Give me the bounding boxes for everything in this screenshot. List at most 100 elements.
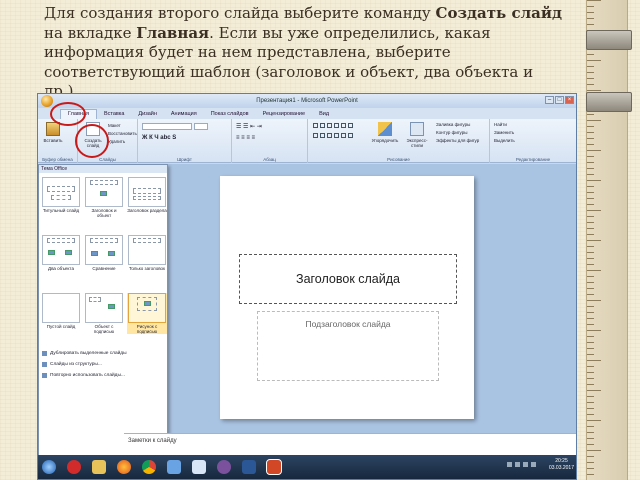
ruler-tick	[587, 204, 594, 205]
select-button[interactable]: Выделить	[494, 138, 515, 145]
layout-two-content[interactable]: Два объекта	[41, 235, 81, 271]
delete-button[interactable]: Удалить	[108, 139, 125, 146]
ruler-tick	[587, 210, 601, 211]
ruler-tick	[587, 156, 594, 157]
tab-review[interactable]: Рецензирование	[256, 110, 312, 119]
ruler-tick	[587, 240, 601, 241]
close-button[interactable]: ×	[565, 96, 574, 104]
layout-title-only[interactable]: Только заголовок	[127, 235, 167, 271]
ruler-tick	[587, 444, 594, 445]
maximize-button[interactable]: □	[555, 96, 564, 104]
ruler-tick	[587, 120, 601, 121]
ruler-tick	[587, 426, 594, 427]
tab-slideshow[interactable]: Показ слайдов	[204, 110, 256, 119]
ruler-clip-bottom	[586, 92, 632, 112]
layout-content-caption[interactable]: Объект с подписью	[84, 293, 124, 334]
layout-title-content[interactable]: Заголовок и объект	[84, 177, 124, 218]
shape-effects-button[interactable]: Эффекты для фигур	[436, 138, 479, 145]
quick-styles-button[interactable]: Экспресс-стили	[402, 122, 432, 152]
ruler-tick	[587, 354, 594, 355]
tab-insert[interactable]: Вставка	[97, 110, 131, 119]
title-bar: Презентация1 - Microsoft PowerPoint – □ …	[38, 94, 576, 108]
ruler-tick	[587, 174, 594, 175]
title-placeholder[interactable]: Заголовок слайда	[239, 254, 457, 304]
chrome-icon[interactable]	[142, 460, 156, 474]
app-icon-2[interactable]	[192, 460, 206, 474]
tab-animation[interactable]: Анимация	[164, 110, 204, 119]
ruler-tick	[587, 390, 601, 391]
group-label-clipboard: Буфер обмена	[42, 157, 73, 162]
layout-title-slide[interactable]: Титульный слайд	[41, 177, 81, 213]
system-tray	[507, 462, 536, 467]
taskbar-clock[interactable]: 20:25 03.03.2017	[549, 458, 574, 472]
ruler-tick	[587, 318, 594, 319]
menu-reuse-slides[interactable]: Повторно использовать слайды...	[42, 373, 125, 378]
start-button[interactable]	[42, 460, 56, 474]
clock-time: 20:25	[555, 458, 568, 464]
paragraph-group: ☰ ☰ ⇤ ⇥ ≡ ≡ ≡ ≡ Абзац	[232, 119, 308, 163]
bold-button[interactable]: Ж К Ч abc S	[142, 135, 176, 142]
layout-blank[interactable]: Пустой слайд	[41, 293, 81, 329]
font-size-input[interactable]	[194, 123, 208, 130]
viber-icon[interactable]	[217, 460, 231, 474]
firefox-icon[interactable]	[117, 460, 131, 474]
slide-canvas[interactable]: Заголовок слайда Подзаголовок слайда	[220, 176, 474, 419]
layout-button[interactable]: Макет	[108, 123, 121, 130]
layout-comparison[interactable]: Сравнение	[84, 235, 124, 271]
ruler-tick	[587, 468, 594, 469]
ruler-tick	[587, 246, 594, 247]
group-label-slides: Слайды	[99, 157, 116, 162]
menu-duplicate-slides[interactable]: Дублировать выделенные слайды	[42, 351, 127, 356]
ruler-tick	[587, 456, 594, 457]
paste-button[interactable]: Вставить	[42, 122, 64, 152]
subtitle-placeholder[interactable]: Подзаголовок слайда	[257, 311, 439, 381]
ruler-tick	[587, 306, 594, 307]
slide-instruction-text: Для создания второго слайда выберите ком…	[44, 4, 563, 100]
explorer-icon[interactable]	[92, 460, 106, 474]
shape-outline-button[interactable]: Контур фигуры	[436, 130, 467, 137]
font-name-input[interactable]	[142, 123, 192, 130]
word-icon[interactable]	[242, 460, 256, 474]
ruler-tick	[587, 294, 594, 295]
ruler-tick	[587, 360, 601, 361]
powerpoint-window: Презентация1 - Microsoft PowerPoint – □ …	[37, 93, 577, 480]
layout-picture-caption[interactable]: Рисунок с подписью	[127, 293, 167, 334]
ruler-tick	[587, 66, 594, 67]
list-buttons[interactable]: ☰ ☰ ⇤ ⇥	[236, 123, 262, 130]
align-buttons[interactable]: ≡ ≡ ≡ ≡	[236, 135, 255, 142]
ruler-tick	[587, 192, 594, 193]
outline-icon	[42, 362, 47, 367]
tab-view[interactable]: Вид	[312, 110, 336, 119]
ruler-tick	[587, 414, 594, 415]
ruler-tick	[587, 276, 594, 277]
menu-slides-from-outline[interactable]: Слайды из структуры...	[42, 362, 102, 367]
ruler-tick	[587, 84, 594, 85]
notes-pane[interactable]: Заметки к слайду	[124, 433, 576, 455]
minimize-button[interactable]: –	[545, 96, 554, 104]
shape-fill-button[interactable]: Заливка фигуры	[436, 122, 470, 129]
ruler-tick	[587, 282, 594, 283]
find-button[interactable]: Найти	[494, 122, 507, 129]
group-label-editing: Редактирование	[515, 157, 551, 162]
office-button[interactable]	[41, 95, 53, 107]
ruler-tick	[587, 180, 601, 181]
tab-design[interactable]: Дизайн	[131, 110, 164, 119]
ribbon-tabs: Главная Вставка Дизайн Анимация Показ сл…	[38, 108, 576, 119]
arrange-button[interactable]: Упорядочить	[370, 122, 400, 152]
shapes-gallery-row2[interactable]	[312, 133, 354, 140]
ruler-tick	[587, 378, 594, 379]
ruler-tick	[587, 366, 594, 367]
reset-button[interactable]: Восстановить	[108, 131, 137, 138]
opera-icon[interactable]	[67, 460, 81, 474]
replace-button[interactable]: Заменить	[494, 130, 514, 137]
duplicate-icon	[42, 351, 47, 356]
powerpoint-icon[interactable]	[266, 459, 282, 475]
ruler-tick	[587, 420, 601, 421]
shapes-gallery[interactable]	[312, 123, 354, 130]
layout-section-header[interactable]: Заголовок раздела	[127, 177, 167, 213]
ruler-tick	[587, 234, 594, 235]
editing-group: Найти Заменить Выделить Редактирование	[490, 119, 576, 163]
quick-styles-icon	[410, 122, 424, 136]
ruler-tick	[587, 348, 594, 349]
app-icon-1[interactable]	[167, 460, 181, 474]
